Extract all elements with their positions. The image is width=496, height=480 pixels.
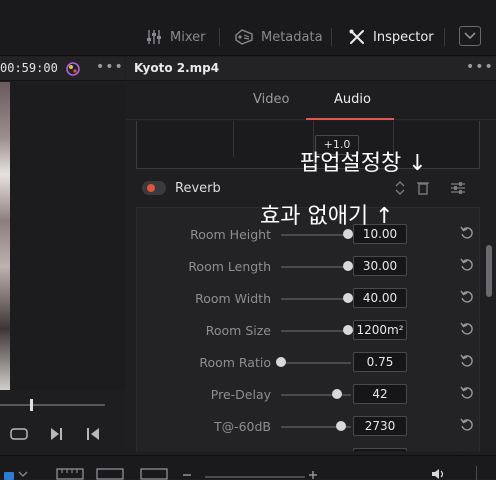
toggle-knob — [147, 184, 155, 192]
metadata-button[interactable]: Metadata — [234, 24, 323, 50]
reverb-param-row: Room Ratio 0.75 — [137, 346, 481, 378]
viewer-scrub-bar[interactable] — [0, 404, 105, 406]
reverb-parameter-list: Room Height 10.00 Room Length 30.00 Room Wid… — [136, 207, 480, 451]
reverb-param-row: Room Size 1200m² — [137, 314, 481, 346]
eq-grid-line — [233, 121, 234, 157]
viewer-frame — [0, 82, 10, 390]
viewer-header: 00:59:00 ••• — [0, 57, 125, 81]
reset-icon[interactable] — [459, 257, 475, 273]
color-wheel-icon[interactable] — [64, 60, 82, 78]
reverb-param-value[interactable]: 30.00 — [353, 256, 407, 276]
reverb-param-slider-thumb[interactable] — [332, 389, 342, 399]
reset-icon[interactable] — [459, 321, 475, 337]
timeline-ruler-icon[interactable] — [56, 468, 84, 480]
zoom-slider[interactable] — [205, 476, 305, 478]
tab-video[interactable]: Video — [253, 92, 289, 107]
reverb-param-slider[interactable] — [281, 330, 351, 332]
reverb-param-value[interactable]: 42 — [353, 384, 407, 404]
next-frame-icon[interactable] — [46, 424, 68, 444]
reverb-param-row: Room Length 30.00 — [137, 250, 481, 282]
reverb-param-slider-thumb[interactable] — [276, 357, 286, 367]
go-to-start-icon[interactable] — [82, 424, 104, 444]
toolbar-divider — [476, 466, 477, 480]
reverb-param-row: T@-60dB 2730 — [137, 410, 481, 442]
remove-effect-annotation: 효과 없애기 ↑ — [260, 204, 394, 229]
settings-sliders-icon[interactable] — [450, 180, 466, 196]
reverb-param-value[interactable]: 1200m² — [353, 320, 407, 340]
inspector-label: Inspector — [373, 29, 434, 45]
viewer-more-button[interactable]: ••• — [96, 59, 124, 75]
reverb-param-slider-thumb[interactable] — [342, 229, 353, 239]
reverb-param-label: Room Ratio — [199, 355, 271, 370]
reorder-icon[interactable] — [394, 180, 406, 196]
volume-icon[interactable] — [430, 468, 448, 480]
viewer-timecode: 00:59:00 — [0, 61, 58, 75]
reset-icon[interactable] — [459, 417, 475, 433]
reverb-param-slider-thumb[interactable] — [342, 325, 353, 335]
trash-icon[interactable] — [416, 180, 430, 196]
inspector-header: Kyoto 2.mp4 ••• — [126, 57, 496, 81]
active-tab-indicator — [306, 118, 394, 120]
reverb-param-value[interactable]: 10.87 — [353, 448, 407, 451]
reset-icon[interactable] — [459, 353, 475, 369]
reverb-param-row: Pre-Delay 42 — [137, 378, 481, 410]
reset-icon[interactable] — [459, 449, 475, 451]
chevron-down-icon[interactable] — [18, 470, 28, 478]
toolbar-divider — [444, 28, 445, 46]
reverb-param-slider[interactable] — [281, 234, 351, 236]
chevron-down-icon — [464, 32, 476, 40]
reset-icon[interactable] — [459, 225, 475, 241]
reverb-param-slider-thumb[interactable] — [342, 293, 353, 303]
tab-audio[interactable]: Audio — [334, 92, 371, 107]
popup-settings-annotation: 팝업설정창 ↓ — [300, 151, 427, 176]
reverb-param-slider-thumb[interactable] — [335, 421, 346, 431]
metadata-tag-icon — [235, 29, 253, 45]
inspector-tools-icon — [349, 29, 364, 44]
viewer-background — [10, 82, 125, 390]
toolbar-divider — [331, 28, 332, 46]
inspector-tabs: Video Audio — [126, 82, 496, 120]
reverb-param-label: Room Height — [190, 227, 271, 242]
inspector-button[interactable]: Inspector — [348, 24, 434, 50]
inspector-scrollbar[interactable] — [486, 245, 492, 297]
viewer-playhead[interactable] — [30, 399, 33, 411]
loop-icon[interactable] — [8, 424, 30, 444]
toolbar-divider — [219, 28, 220, 46]
expand-panel-button[interactable] — [459, 26, 481, 46]
metadata-label: Metadata — [261, 29, 323, 45]
reverb-param-value[interactable]: 2730 — [353, 416, 407, 436]
reverb-param-label: Room Width — [195, 291, 271, 306]
reverb-enable-toggle[interactable] — [142, 181, 166, 195]
reverb-param-row: Room Width 40.00 — [137, 282, 481, 314]
mixer-button[interactable]: Mixer — [145, 24, 205, 50]
reset-icon[interactable] — [459, 385, 475, 401]
top-toolbar: Mixer Metadata Inspector — [0, 0, 496, 56]
reverb-param-label: T@-60dB — [213, 419, 271, 434]
reverb-param-slider-thumb[interactable] — [342, 261, 353, 271]
reset-icon[interactable] — [459, 289, 475, 305]
clip-name: Kyoto 2.mp4 — [134, 61, 220, 75]
reverb-title: Reverb — [175, 181, 221, 196]
reverb-param-label: Room Size — [205, 323, 271, 338]
bottom-toolbar — [0, 455, 496, 480]
reverb-param-value[interactable]: 0.75 — [353, 352, 407, 372]
reverb-param-label: Pre-Delay — [210, 387, 271, 402]
reverb-param-row: Distance10.87 — [137, 442, 481, 451]
reverb-param-slider[interactable] — [281, 298, 351, 300]
reverb-param-label: Room Length — [188, 259, 271, 274]
mixer-label: Mixer — [170, 29, 206, 45]
reverb-param-slider[interactable] — [281, 362, 351, 364]
reverb-param-value[interactable]: 40.00 — [353, 288, 407, 308]
inspector-more-button[interactable]: ••• — [466, 59, 494, 75]
audio-waveform-icon[interactable] — [96, 468, 124, 480]
mixer-icon — [147, 30, 161, 44]
reverb-param-slider[interactable] — [281, 266, 351, 268]
clip-view-icon[interactable] — [140, 468, 168, 480]
